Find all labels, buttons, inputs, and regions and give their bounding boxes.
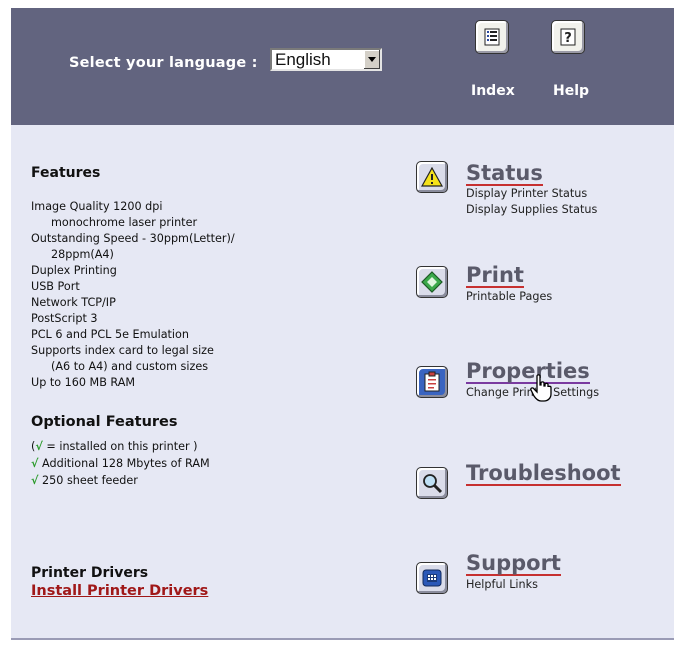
feature-item: PCL 6 and PCL 5e Emulation bbox=[31, 328, 189, 341]
optional-item: √ Additional 128 Mbytes of RAM bbox=[31, 455, 210, 472]
troubleshoot-link[interactable]: Troubleshoot bbox=[466, 462, 621, 486]
warning-icon bbox=[421, 167, 443, 187]
printer-drivers-heading: Printer Drivers bbox=[31, 565, 149, 581]
support-link[interactable]: Support bbox=[466, 552, 561, 576]
support-sub: Helpful Links bbox=[466, 578, 538, 591]
feature-item: Up to 160 MB RAM bbox=[31, 376, 136, 389]
status-sub-printer: Display Printer Status bbox=[466, 187, 588, 200]
feature-item: PostScript 3 bbox=[31, 312, 98, 325]
optional-legend: (√ = installed on this printer ) bbox=[31, 438, 210, 455]
print-diamond-icon bbox=[421, 271, 443, 293]
check-icon: √ bbox=[31, 474, 39, 487]
print-button[interactable] bbox=[416, 266, 448, 298]
index-label[interactable]: Index bbox=[471, 83, 515, 99]
install-drivers-link[interactable]: Install Printer Drivers bbox=[31, 583, 208, 599]
feature-item: 28ppm(A4) bbox=[51, 248, 114, 261]
feature-item: Supports index card to legal size bbox=[31, 344, 214, 357]
magnifier-icon bbox=[423, 474, 443, 494]
language-label: Select your language : bbox=[69, 55, 258, 71]
printer-web-page: Select your language : English ? Index H bbox=[11, 8, 674, 640]
print-link[interactable]: Print bbox=[466, 264, 524, 288]
properties-link[interactable]: Properties bbox=[466, 360, 590, 384]
features-list: Image Quality 1200 dpi monochrome laser … bbox=[31, 199, 235, 391]
language-selected-value: English bbox=[275, 50, 331, 69]
status-sub-supplies: Display Supplies Status bbox=[466, 203, 598, 216]
hand-pointer-icon bbox=[530, 374, 552, 402]
language-select[interactable]: English bbox=[270, 48, 382, 71]
status-button[interactable] bbox=[416, 161, 448, 193]
feature-item: USB Port bbox=[31, 280, 80, 293]
telephone-icon bbox=[422, 569, 442, 587]
optional-item-label: 250 sheet feeder bbox=[42, 474, 138, 487]
header-bar: Select your language : English ? Index H bbox=[11, 8, 674, 125]
feature-item: Duplex Printing bbox=[31, 264, 117, 277]
features-heading: Features bbox=[31, 165, 101, 181]
dropdown-arrow-icon[interactable] bbox=[363, 50, 380, 69]
properties-button[interactable] bbox=[416, 366, 448, 398]
check-icon: √ bbox=[31, 457, 39, 470]
status-link[interactable]: Status bbox=[466, 162, 543, 186]
check-icon: √ bbox=[35, 440, 43, 453]
feature-item: monochrome laser printer bbox=[51, 216, 198, 229]
properties-clipboard-icon bbox=[424, 371, 440, 392]
legend-text: = installed on this printer ) bbox=[42, 440, 198, 453]
optional-features-list: (√ = installed on this printer ) √ Addit… bbox=[31, 438, 210, 489]
feature-item: Outstanding Speed - 30ppm(Letter)/ bbox=[31, 232, 235, 245]
print-sub: Printable Pages bbox=[466, 290, 553, 303]
bottom-divider bbox=[11, 638, 674, 640]
svg-text:?: ? bbox=[564, 31, 572, 46]
feature-item: Network TCP/IP bbox=[31, 296, 116, 309]
index-icon bbox=[484, 28, 500, 46]
help-icon: ? bbox=[560, 28, 576, 46]
index-button[interactable] bbox=[475, 20, 509, 54]
help-label[interactable]: Help bbox=[553, 83, 589, 99]
optional-item-label: Additional 128 Mbytes of RAM bbox=[42, 457, 210, 470]
optional-item: √ 250 sheet feeder bbox=[31, 472, 210, 489]
feature-item: Image Quality 1200 dpi bbox=[31, 200, 163, 213]
optional-features-heading: Optional Features bbox=[31, 414, 178, 430]
troubleshoot-button[interactable] bbox=[416, 467, 448, 499]
feature-item: (A6 to A4) and custom sizes bbox=[51, 360, 209, 373]
help-button[interactable]: ? bbox=[551, 20, 585, 54]
support-button[interactable] bbox=[416, 562, 448, 594]
